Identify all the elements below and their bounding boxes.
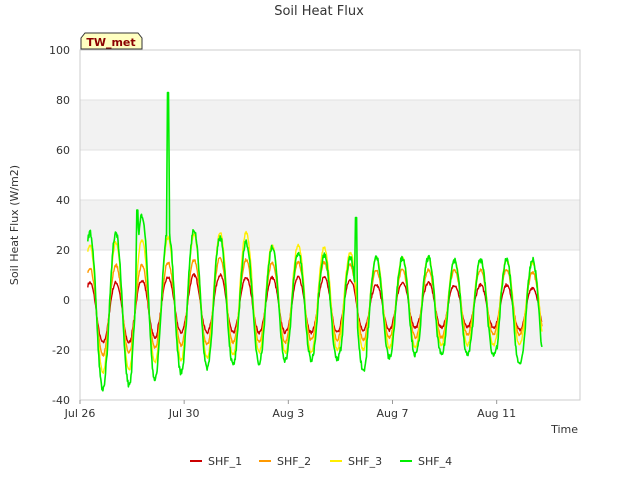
legend: SHF_1 SHF_2 SHF_3 SHF_4 <box>190 455 452 468</box>
y-tick-label: 0 <box>63 294 70 307</box>
x-tick-label: Jul 30 <box>168 407 200 420</box>
y-tick-label: -40 <box>52 394 70 407</box>
x-tick-label: Aug 7 <box>377 407 409 420</box>
legend-label: SHF_3 <box>348 455 382 468</box>
x-tick-label: Aug 3 <box>272 407 304 420</box>
x-tick-label: Jul 26 <box>64 407 96 420</box>
station-badge: TW_met <box>80 32 143 50</box>
chart-title: Soil Heat Flux <box>274 4 364 19</box>
legend-label: SHF_4 <box>418 455 452 468</box>
soil-heat-flux-chart: Soil Heat Flux -40 -20 0 20 40 60 80 100 Jul 26… <box>8 4 581 468</box>
plot-band <box>80 50 580 100</box>
y-tick-label: 80 <box>56 94 70 107</box>
x-axis-ticks: Jul 26 Jul 30 Aug 3 Aug 7 Aug 11 <box>64 400 516 420</box>
x-axis-label: Time <box>550 423 578 436</box>
plot-band <box>80 150 580 200</box>
badge-label: TW_met <box>86 36 135 49</box>
plot-band <box>80 200 580 250</box>
y-tick-label: 60 <box>56 144 70 157</box>
legend-label: SHF_2 <box>277 455 311 468</box>
x-tick-label: Aug 11 <box>477 407 516 420</box>
y-tick-label: 40 <box>56 194 70 207</box>
y-axis-ticks: -40 -20 0 20 40 60 80 100 <box>49 44 70 407</box>
y-axis-label: Soil Heat Flux (W/m2) <box>8 165 21 285</box>
y-tick-label: 100 <box>49 44 70 57</box>
y-tick-label: -20 <box>52 344 70 357</box>
legend-label: SHF_1 <box>208 455 242 468</box>
y-tick-label: 20 <box>56 244 70 257</box>
plot-band <box>80 100 580 150</box>
plot-band <box>80 350 580 400</box>
